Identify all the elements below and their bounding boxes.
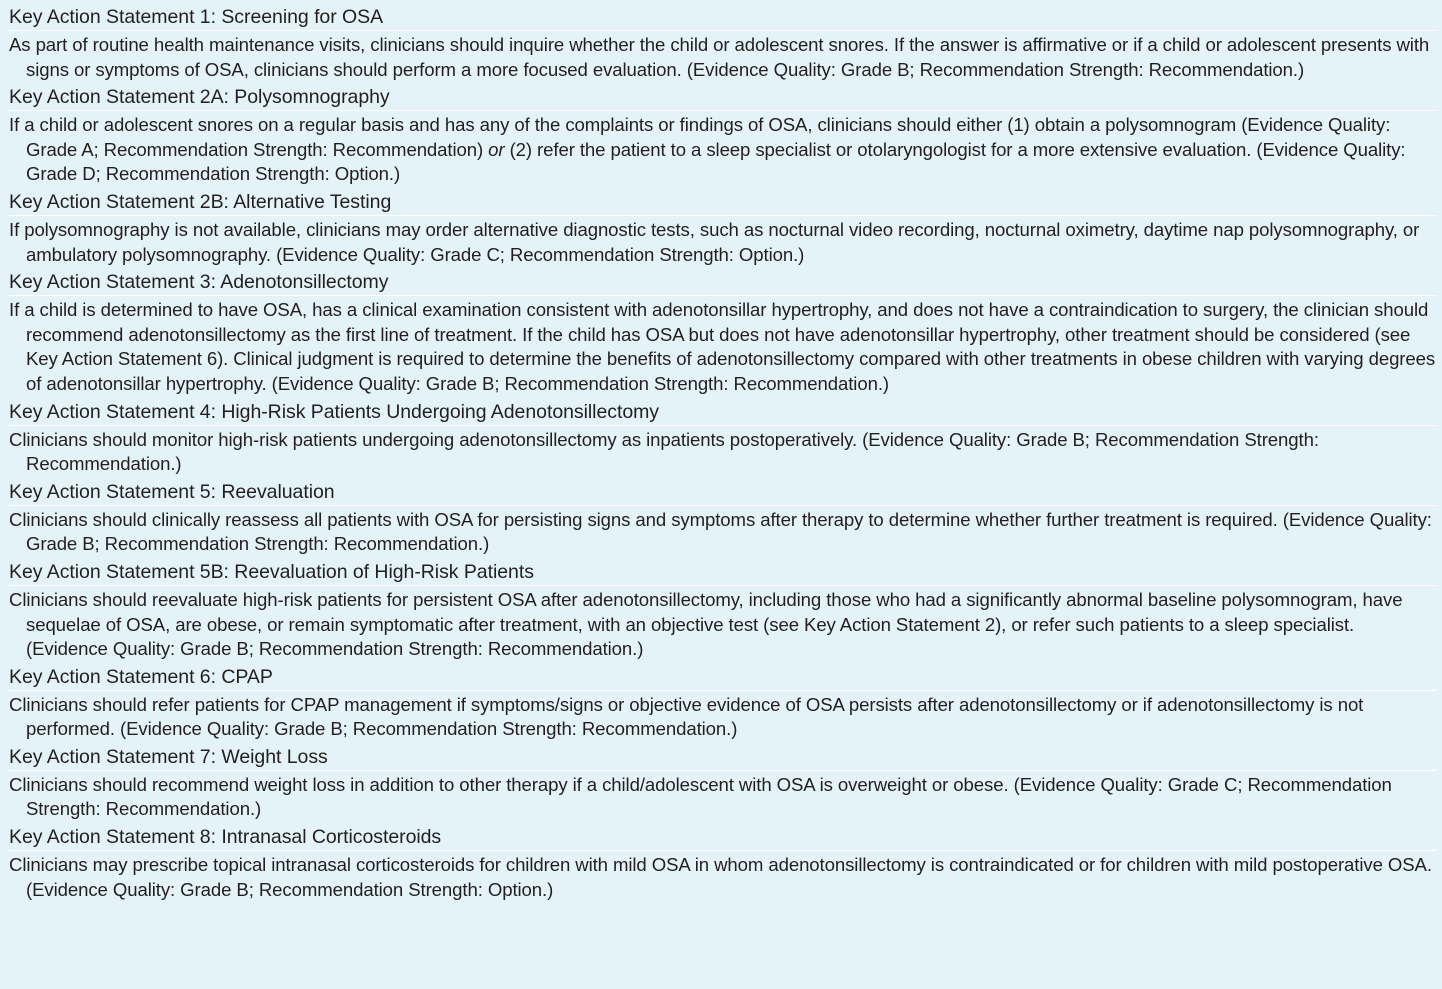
statement-8: Key Action Statement 8: Intranasal Corti… — [9, 825, 1436, 905]
statement-3: Key Action Statement 3: Adenotonsillecto… — [9, 270, 1436, 399]
statement-title: Key Action Statement 6: CPAP — [9, 665, 1436, 691]
statement-2b: Key Action Statement 2B: Alternative Tes… — [9, 190, 1436, 270]
statement-body: If a child or adolescent snores on a reg… — [9, 111, 1436, 190]
statement-title: Key Action Statement 5B: Reevaluation of… — [9, 560, 1436, 586]
statement-5: Key Action Statement 5: Reevaluation Cli… — [9, 480, 1436, 560]
statement-body: Clinicians should refer patients for CPA… — [9, 693, 1364, 740]
statement-title: Key Action Statement 2A: Polysomnography — [9, 85, 1436, 112]
statement-title: Key Action Statement 1: Screening for OS… — [9, 5, 1436, 31]
statement-1: Key Action Statement 1: Screening for OS… — [9, 5, 1436, 85]
statement-title: Key Action Statement 3: Adenotonsillecto… — [9, 270, 1436, 297]
statement-body-emphasis: or — [488, 138, 505, 160]
statement-body: Clinicians should recommend weight loss … — [9, 773, 1392, 820]
statement-body: As part of routine health maintenance vi… — [9, 34, 1430, 80]
statement-title: Key Action Statement 4: High-Risk Patien… — [9, 400, 1436, 426]
statement-body: If polysomnography is not available, cli… — [9, 218, 1420, 265]
statement-title: Key Action Statement 7: Weight Loss — [9, 745, 1436, 771]
statement-5b: Key Action Statement 5B: Reevaluation of… — [9, 560, 1436, 665]
statement-body: Clinicians should clinically reassess al… — [9, 508, 1432, 555]
statement-4: Key Action Statement 4: High-Risk Patien… — [9, 400, 1436, 480]
statement-7: Key Action Statement 7: Weight Loss Clin… — [9, 745, 1436, 825]
statement-title: Key Action Statement 5: Reevaluation — [9, 480, 1436, 506]
statement-title: Key Action Statement 2B: Alternative Tes… — [9, 190, 1436, 216]
statement-2a: Key Action Statement 2A: Polysomnography… — [9, 85, 1436, 190]
statement-body: Clinicians may prescribe topical intrana… — [9, 854, 1432, 900]
statement-6: Key Action Statement 6: CPAP Clinicians … — [9, 665, 1436, 745]
statement-body: Clinicians should monitor high-risk pati… — [9, 428, 1319, 475]
statement-body: If a child is determined to have OSA, ha… — [9, 299, 1436, 394]
key-action-statements-panel: Key Action Statement 1: Screening for OS… — [0, 0, 1442, 989]
statement-body: Clinicians should reevaluate high-risk p… — [9, 588, 1403, 660]
statement-title: Key Action Statement 8: Intranasal Corti… — [9, 825, 1436, 852]
